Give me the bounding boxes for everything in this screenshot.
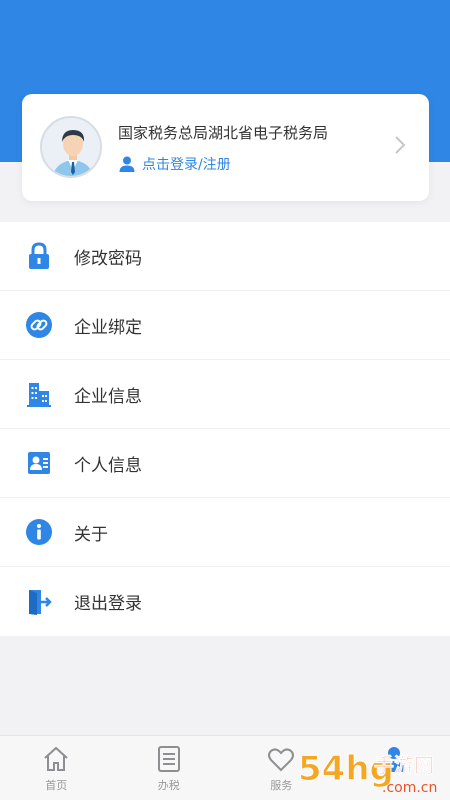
- lock-icon: [24, 241, 54, 271]
- link-icon: [24, 310, 54, 340]
- avatar-icon: [40, 116, 102, 178]
- login-register-text[interactable]: 点击登录/注册: [142, 154, 231, 174]
- home-icon: [44, 746, 68, 771]
- list-icon: [157, 746, 180, 772]
- menu-item-change-password[interactable]: 修改密码: [0, 222, 450, 291]
- menu-label: 退出登录: [74, 594, 142, 614]
- id-card-icon: [24, 448, 54, 478]
- user-icon: [119, 156, 135, 172]
- tab-label: 办税: [157, 779, 180, 792]
- menu-label: 企业绑定: [74, 317, 142, 338]
- profile-card[interactable]: 国家税务总局湖北省电子税务局 点击登录/注册: [22, 94, 429, 201]
- menu-item-personal-info[interactable]: 个人信息: [0, 429, 450, 498]
- menu-label: 企业信息: [74, 386, 142, 407]
- menu-label: 关于: [74, 524, 108, 545]
- tab-tax[interactable]: 办税: [113, 736, 226, 800]
- building-icon: [24, 379, 54, 409]
- tab-label: 服务: [270, 779, 293, 792]
- logout-icon: [24, 587, 54, 617]
- org-name: 国家税务总局湖北省电子税务局: [118, 124, 329, 142]
- info-icon: [24, 517, 54, 547]
- tab-home[interactable]: 首页: [0, 736, 113, 800]
- svg-text:.com.cn: .com.cn: [382, 780, 437, 796]
- menu-item-company-info[interactable]: 企业信息: [0, 360, 450, 429]
- menu-label: 个人信息: [74, 455, 142, 476]
- menu-label: 修改密码: [74, 248, 142, 269]
- watermark-logo: 54hg 手游网 .com.cn: [298, 749, 438, 797]
- menu-item-about[interactable]: 关于: [0, 498, 450, 567]
- chevron-right-icon[interactable]: [393, 134, 407, 156]
- heart-icon: [268, 748, 295, 772]
- menu-item-company-binding[interactable]: 企业绑定: [0, 291, 450, 360]
- menu-item-logout[interactable]: 退出登录: [0, 567, 450, 636]
- svg-text:手游网: 手游网: [374, 753, 434, 777]
- settings-menu: 修改密码 企业绑定 企业信息 个人信息 关于 退出登录: [0, 222, 450, 636]
- login-link[interactable]: 点击登录/注册: [118, 154, 231, 174]
- tab-label: 首页: [45, 779, 68, 792]
